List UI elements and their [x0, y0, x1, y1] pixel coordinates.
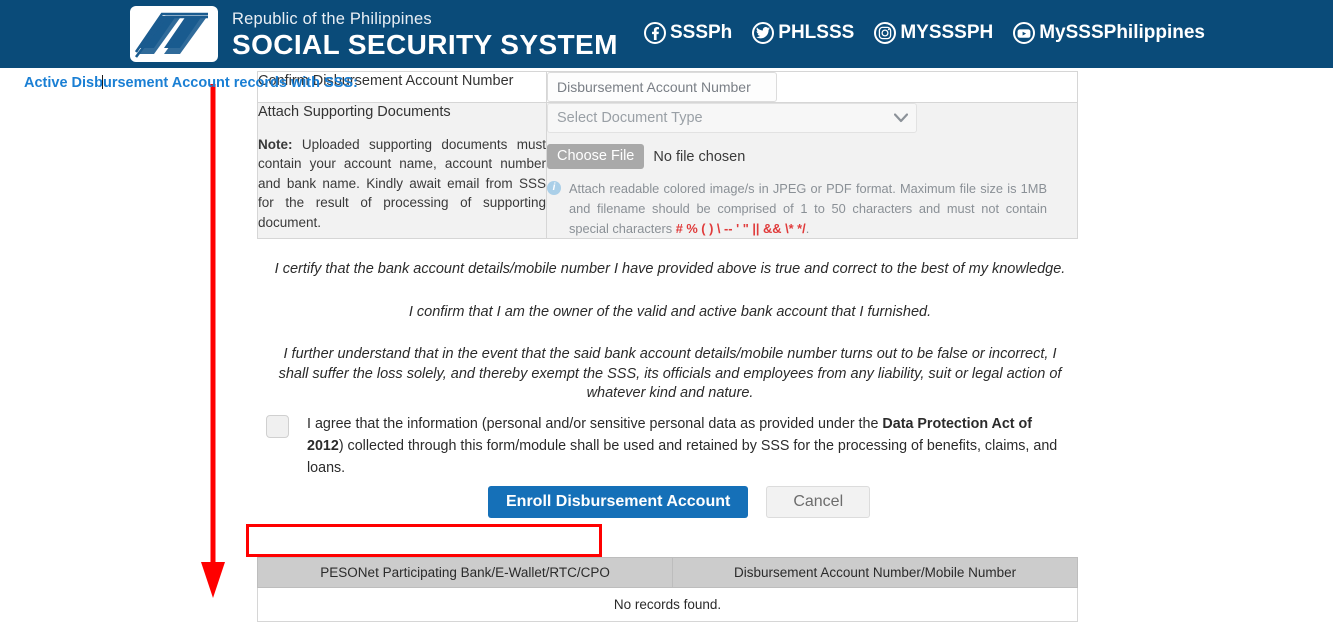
site-header: Republic of the Philippines SOCIAL SECUR…: [0, 0, 1333, 68]
facebook-icon: [643, 22, 666, 44]
certification-statements: I certify that the bank account details/…: [270, 260, 1070, 404]
attach-documents-label: Attach Supporting Documents: [258, 104, 451, 120]
social-label-twitter: PHLSSS: [778, 22, 855, 43]
brand-title-line: SOCIAL SECURITY SYSTEM: [232, 28, 618, 60]
attach-documents-label-cell: Attach Supporting Documents Note: Upload…: [257, 101, 547, 240]
info-note-special-characters: # % ( ) \ -- ' " || && \* */: [675, 220, 806, 236]
certification-statement-1: I certify that the bank account details/…: [274, 261, 1066, 277]
active-records-heading: Active Disbursement Account records with…: [24, 75, 358, 91]
social-link-youtube[interactable]: MySSSPhilippines: [1013, 22, 1205, 44]
no-file-chosen-label: No file chosen: [653, 148, 746, 165]
cancel-button[interactable]: Cancel: [766, 486, 871, 518]
agreement-text: I agree that the information (personal a…: [307, 413, 1066, 479]
confirm-disbursement-account-number-input[interactable]: [547, 72, 777, 102]
note-body: Uploaded supporting documents must conta…: [258, 136, 546, 230]
annotation-highlight-box: [246, 524, 602, 557]
document-type-select[interactable]: Select Document Type: [547, 103, 917, 133]
info-note-period: .: [805, 220, 810, 236]
sss-logo-icon: [130, 6, 218, 62]
attach-documents-field-cell: Select Document Type Choose File No file…: [546, 101, 1078, 240]
confirm-account-field-cell: [546, 71, 1078, 103]
page-content: Confirm Disbursement Account Number Atta…: [0, 68, 1333, 622]
annotation-arrow-down-icon: [201, 84, 225, 598]
enrollment-form-table: Confirm Disbursement Account Number Atta…: [257, 71, 1078, 240]
no-records-message: No records found.: [257, 587, 1078, 622]
table-header-row: PESONet Participating Bank/E-Wallet/RTC/…: [256, 557, 1078, 588]
brand: Republic of the Philippines SOCIAL SECUR…: [130, 6, 618, 62]
twitter-icon: [752, 22, 775, 44]
chevron-down-icon: [894, 113, 908, 123]
certification-statement-3: I further understand that in the event t…: [278, 346, 1062, 402]
social-link-facebook[interactable]: SSSPh: [643, 22, 733, 44]
active-records-heading-part1: Active Disb: [24, 75, 103, 91]
file-upload-row: Choose File No file chosen: [547, 144, 1077, 169]
data-privacy-agreement: I agree that the information (personal a…: [266, 413, 1066, 479]
agreement-text-part2: ) collected through this form/module sha…: [307, 438, 1058, 477]
form-action-buttons: Enroll Disbursement Account Cancel: [488, 486, 871, 518]
active-records-heading-part2: ursement Account records with SSS:: [102, 75, 358, 91]
choose-file-button[interactable]: Choose File: [547, 144, 645, 169]
table-row-confirm-account: Confirm Disbursement Account Number: [257, 71, 1078, 103]
social-link-twitter[interactable]: PHLSSS: [752, 22, 854, 44]
enroll-disbursement-account-button[interactable]: Enroll Disbursement Account: [488, 486, 749, 518]
file-format-info-note: i Attach readable colored image/s in JPEG…: [547, 179, 1047, 238]
social-links: SSSPh PHLSSS MYSSSPH MySSSPhilippines: [643, 22, 1205, 44]
brand-republic-line: Republic of the Philippines: [232, 10, 432, 29]
social-label-youtube: MySSSPhilippines: [1039, 22, 1205, 43]
attach-documents-note: Note: Uploaded supporting documents must…: [258, 135, 546, 233]
agreement-checkbox[interactable]: [266, 415, 289, 438]
certification-statement-2: I confirm that I am the owner of the val…: [408, 303, 932, 320]
info-icon: i: [547, 181, 561, 195]
column-header-bank: PESONet Participating Bank/E-Wallet/RTC/…: [256, 557, 674, 588]
column-header-account-number: Disbursement Account Number/Mobile Numbe…: [672, 557, 1078, 588]
active-disbursement-records-table: PESONet Participating Bank/E-Wallet/RTC/…: [256, 557, 1078, 622]
table-row: No records found.: [257, 587, 1078, 622]
social-link-instagram[interactable]: MYSSSPH: [874, 22, 993, 44]
agreement-text-part1: I agree that the information (personal a…: [307, 416, 883, 432]
table-row-attach-documents: Attach Supporting Documents Note: Upload…: [257, 101, 1078, 240]
document-type-selected-value: Select Document Type: [557, 110, 703, 126]
instagram-icon: [874, 22, 897, 44]
youtube-icon: [1013, 22, 1036, 44]
brand-text: Republic of the Philippines SOCIAL SECUR…: [232, 9, 618, 59]
social-label-instagram: MYSSSPH: [900, 22, 994, 43]
social-label-facebook: SSSPh: [669, 22, 733, 43]
note-prefix: Note:: [258, 136, 293, 152]
